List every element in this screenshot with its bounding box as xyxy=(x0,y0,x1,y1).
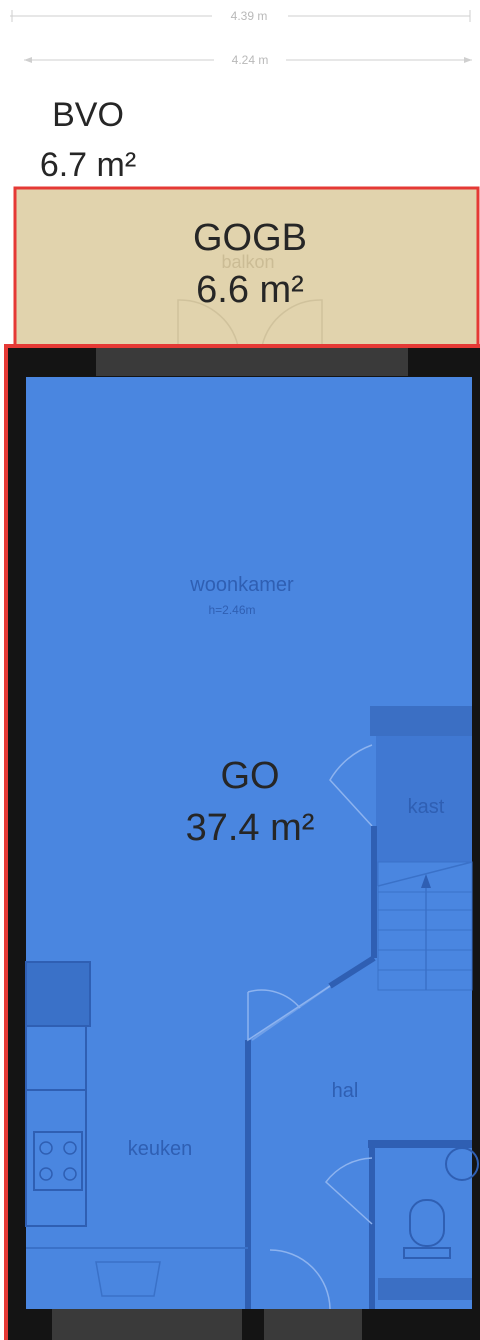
room-label-living: woonkamer xyxy=(189,574,294,596)
room-label-living-height: h=2.46m xyxy=(208,603,255,617)
dimension-line-inner: 4.24 m xyxy=(24,53,472,67)
dimension-line-outer: 4.39 m xyxy=(10,9,471,23)
gogb-area: balkon GOGB 6.6 m² xyxy=(13,186,480,348)
room-label-kitchen: keuken xyxy=(128,1138,193,1160)
go-label: GO xyxy=(220,755,279,797)
stairs-icon xyxy=(377,861,473,991)
closet-wall xyxy=(370,706,472,736)
top-window xyxy=(96,348,408,376)
gogb-area-value: 6.6 m² xyxy=(196,269,304,311)
go-area: kast woonkamer h=2.46m hal keuken GO 37.… xyxy=(4,344,480,1340)
bvo-label: BVO xyxy=(52,96,124,134)
go-area-value: 37.4 m² xyxy=(186,807,315,849)
dimension-inner-label: 4.24 m xyxy=(232,53,269,67)
bvo-area: 6.7 m² xyxy=(40,146,136,184)
floor-plan: 4.39 m 4.24 m BVO 6.7 m² balkon GOGB 6.6… xyxy=(4,9,480,1340)
dimension-outer-label: 4.39 m xyxy=(231,9,268,23)
gogb-label: GOGB xyxy=(193,217,307,259)
room-label-closet: kast xyxy=(408,796,445,818)
room-label-hall: hal xyxy=(332,1080,359,1102)
